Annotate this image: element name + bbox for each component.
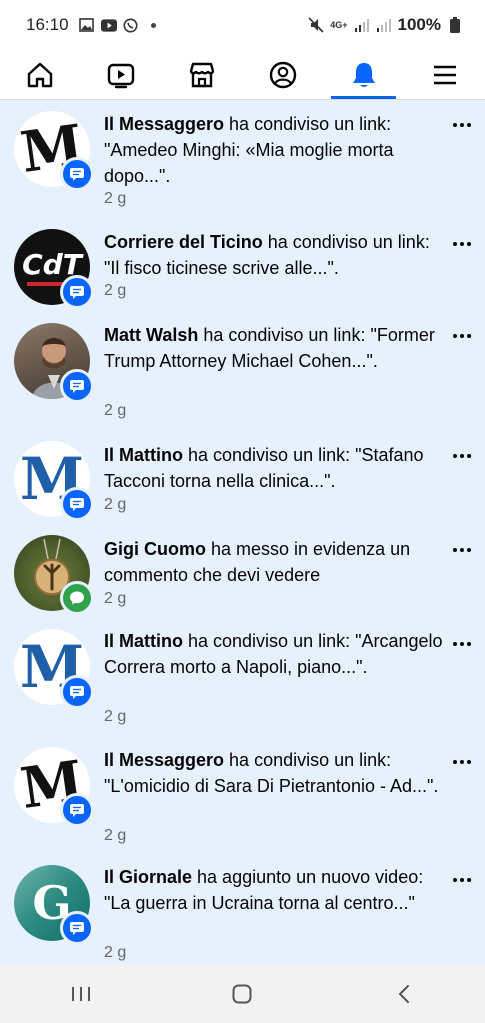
nav-marketplace[interactable] [162, 50, 243, 99]
gallery-icon [79, 17, 95, 33]
signal-icon-2 [376, 17, 392, 33]
nav-notifications[interactable] [323, 50, 404, 99]
notification-item[interactable]: M Il Mattino ha condiviso un link: "Staf… [0, 437, 485, 531]
notifications-feed: M Il Messaggero ha condiviso un link: "A… [0, 101, 485, 965]
notification-dot [150, 22, 156, 28]
notification-sender: Il Mattino [104, 631, 183, 651]
status-bar: 16:10 4G+ 100% [0, 0, 485, 50]
notification-time: 2 g [104, 190, 127, 207]
status-left: 16:10 [26, 15, 156, 35]
home-icon [28, 62, 53, 87]
recent-apps-button[interactable] [51, 974, 111, 1014]
notification-time: 2 g [104, 708, 127, 725]
home-square-icon [232, 984, 252, 1004]
status-time: 16:10 [26, 15, 69, 34]
comment-badge-icon [60, 275, 94, 309]
battery-percent: 100% [397, 15, 441, 34]
notification-text: Il Giornale ha aggiunto un nuovo video: … [104, 864, 444, 916]
more-options-icon[interactable] [450, 449, 474, 463]
mute-icon [308, 17, 324, 33]
notification-time: 2 g [104, 282, 127, 299]
notification-time: 2 g [104, 944, 127, 961]
notification-text: Il Mattino ha condiviso un link: "Arcang… [104, 628, 444, 680]
more-options-icon[interactable] [450, 755, 474, 769]
notification-item[interactable]: M Il Messaggero ha condiviso un link: "L… [0, 743, 485, 861]
more-options-icon[interactable] [450, 237, 474, 251]
more-options-icon[interactable] [450, 118, 474, 132]
comment-badge-icon [60, 487, 94, 521]
profile-icon [269, 61, 297, 88]
home-button[interactable] [212, 974, 272, 1014]
android-navigation-bar [0, 965, 485, 1023]
avatar [14, 323, 94, 403]
nav-home[interactable] [0, 50, 81, 99]
nav-video[interactable] [81, 50, 162, 99]
notification-sender: Corriere del Ticino [104, 232, 263, 252]
notification-time: 2 g [104, 402, 127, 419]
notification-item[interactable]: G Il Giornale ha aggiunto un nuovo video… [0, 861, 485, 965]
speech-badge-icon [60, 581, 94, 615]
avatar: M [14, 441, 94, 521]
notification-sender: Gigi Cuomo [104, 539, 206, 559]
notification-text: Il Messaggero ha condiviso un link: "L'o… [104, 747, 444, 799]
notification-text: Il Mattino ha condiviso un link: "Stafan… [104, 442, 449, 494]
nav-menu[interactable] [404, 50, 485, 99]
network-type: 4G+ [330, 20, 348, 30]
notification-sender: Il Mattino [104, 445, 183, 465]
more-options-icon[interactable] [450, 329, 474, 343]
comment-badge-icon [60, 675, 94, 709]
recent-apps-icon [71, 987, 90, 1001]
whatsapp-icon [123, 17, 139, 33]
notification-text: Matt Walsh ha condiviso un link: "Former… [104, 322, 444, 374]
status-right: 4G+ 100% [308, 15, 463, 35]
nav-profile[interactable] [242, 50, 323, 99]
signal-icon [354, 17, 370, 33]
battery-icon [447, 17, 463, 33]
avatar: M [14, 111, 94, 191]
notification-item[interactable]: Matt Walsh ha condiviso un link: "Former… [0, 319, 485, 437]
back-chevron-icon [399, 985, 410, 1003]
avatar: G [14, 865, 94, 945]
comment-badge-icon [60, 157, 94, 191]
more-options-icon[interactable] [450, 873, 474, 887]
notification-sender: Il Messaggero [104, 750, 225, 770]
notification-time: 2 g [104, 496, 127, 513]
notification-time: 2 g [104, 827, 127, 844]
avatar: CdT [14, 229, 94, 309]
menu-icon [433, 65, 456, 84]
notification-sender: Il Messaggero [104, 114, 225, 134]
avatar: M [14, 747, 94, 827]
notification-time: 2 g [104, 590, 127, 607]
video-icon [108, 63, 135, 88]
marketplace-icon [189, 62, 215, 87]
notification-item[interactable]: CdT Corriere del Ticino ha condiviso un … [0, 219, 485, 319]
top-navigation [0, 50, 485, 100]
avatar [14, 535, 94, 615]
more-options-icon[interactable] [450, 637, 474, 651]
notifications-bell-icon [352, 62, 375, 87]
notification-item[interactable]: M Il Mattino ha condiviso un link: "Arca… [0, 625, 485, 743]
notification-item[interactable]: M Il Messaggero ha condiviso un link: "A… [0, 101, 485, 219]
comment-badge-icon [60, 369, 94, 403]
notification-item[interactable]: Gigi Cuomo ha messo in evidenza un comme… [0, 531, 485, 625]
notification-sender: Il Giornale [104, 867, 193, 887]
notification-text: Corriere del Ticino ha condiviso un link… [104, 229, 444, 281]
notification-text: Il Messaggero ha condiviso un link: "Ame… [104, 111, 444, 189]
comment-badge-icon [60, 911, 94, 945]
youtube-icon [100, 17, 117, 33]
notification-text: Gigi Cuomo ha messo in evidenza un comme… [104, 536, 444, 588]
notification-sender: Matt Walsh [104, 325, 199, 345]
avatar: M [14, 629, 94, 709]
comment-badge-icon [60, 793, 94, 827]
more-options-icon[interactable] [450, 543, 474, 557]
back-button[interactable] [374, 974, 434, 1014]
